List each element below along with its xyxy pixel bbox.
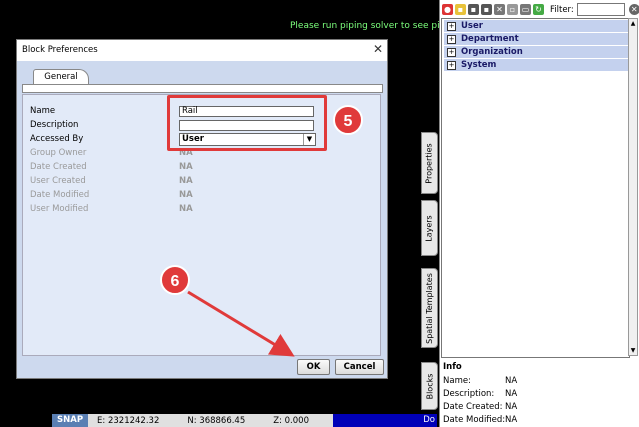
annotation-arrow xyxy=(187,290,295,357)
arrow-line xyxy=(187,290,295,357)
